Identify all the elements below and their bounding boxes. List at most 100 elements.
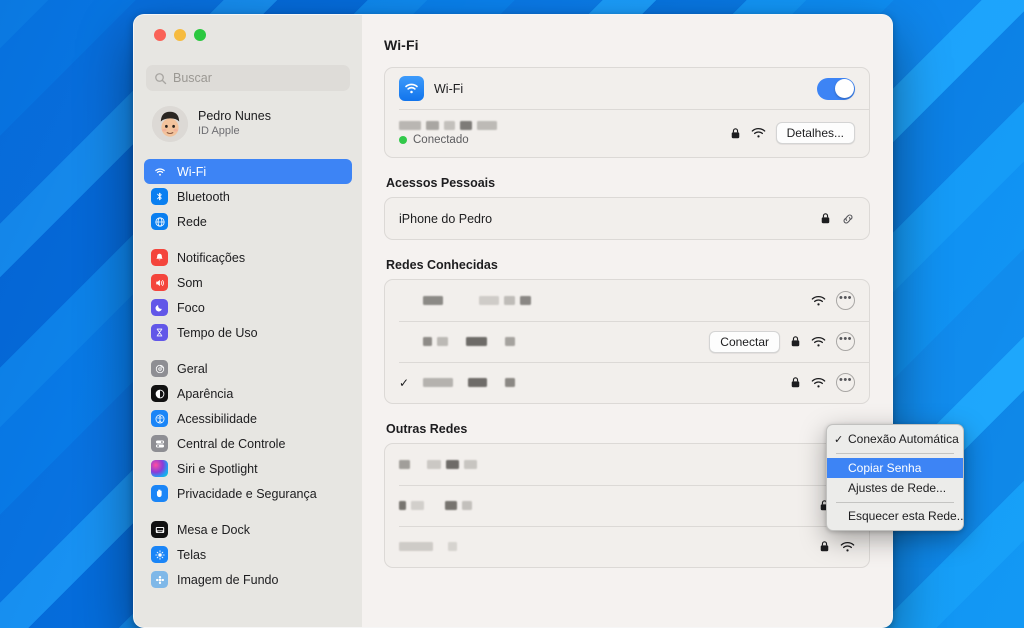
- sidebar-item-rede[interactable]: Rede: [144, 209, 352, 234]
- lock-icon: [730, 127, 741, 140]
- sidebar-item-tempo-de-uso[interactable]: Tempo de Uso: [144, 320, 352, 345]
- sidebar-item-privacidade-e-seguranca[interactable]: Privacidade e Segurança: [144, 481, 352, 506]
- menu-item-ajustes-de-rede[interactable]: Ajustes de Rede...: [827, 478, 963, 498]
- search-icon: [154, 72, 167, 85]
- wifi-signal-icon: [840, 541, 855, 553]
- lock-icon: [790, 376, 801, 389]
- details-button[interactable]: Detalhes...: [775, 122, 855, 144]
- sidebar-group-alerts: Notificações Som Foco Tempo de Uso: [144, 245, 352, 345]
- account-name: Pedro Nunes: [198, 109, 271, 124]
- toggle-knob: [834, 79, 854, 98]
- status-text: Conectado: [413, 134, 469, 146]
- network-name-redacted: [399, 500, 472, 511]
- wallpaper-icon: [151, 571, 168, 588]
- content-pane: Wi-Fi Wi-Fi Conectado Detalhes... Acesso…: [362, 15, 892, 627]
- sidebar-item-label: Imagem de Fundo: [177, 572, 279, 587]
- sidebar-item-acessibilidade[interactable]: Acessibilidade: [144, 406, 352, 431]
- account-row[interactable]: Pedro Nunes ID Apple: [146, 101, 350, 147]
- known-network-row[interactable]: Conectar •••: [385, 321, 869, 362]
- menu-item-label: Esquecer esta Rede...: [848, 509, 964, 523]
- known-network-row-active[interactable]: ✓ •••: [385, 362, 869, 403]
- hand-icon: [151, 485, 168, 502]
- search-input[interactable]: [173, 71, 342, 85]
- lock-icon: [820, 212, 831, 225]
- menu-item-conexao-automatica[interactable]: ✓ Conexão Automática: [827, 429, 963, 449]
- sidebar-item-label: Rede: [177, 214, 207, 229]
- connection-status: Conectado: [399, 134, 497, 146]
- menu-item-copiar-senha[interactable]: Copiar Senha: [827, 457, 963, 478]
- hotspot-name: iPhone do Pedro: [399, 211, 493, 226]
- wifi-toggle-row: Wi-Fi: [385, 68, 869, 109]
- network-name-redacted: [399, 459, 477, 470]
- wifi-signal-icon: [811, 336, 826, 348]
- sidebar-item-central-de-controle[interactable]: Central de Controle: [144, 431, 352, 456]
- window-traffic-lights: [144, 15, 352, 53]
- hotspot-row[interactable]: iPhone do Pedro: [385, 198, 869, 239]
- other-network-row[interactable]: [385, 526, 869, 567]
- connected-network-row[interactable]: Conectado Detalhes...: [385, 109, 869, 157]
- wifi-signal-icon: [811, 377, 826, 389]
- wifi-icon: [399, 76, 424, 101]
- known-network-row[interactable]: •••: [385, 280, 869, 321]
- network-name-redacted: [423, 336, 515, 347]
- more-options-button[interactable]: •••: [836, 291, 855, 310]
- zoom-button[interactable]: [194, 29, 206, 41]
- siri-icon: [151, 460, 168, 477]
- connect-button[interactable]: Conectar: [709, 330, 780, 353]
- sidebar-item-aparencia[interactable]: Aparência: [144, 381, 352, 406]
- sidebar-item-geral[interactable]: Geral: [144, 356, 352, 381]
- sidebar-item-label: Som: [177, 275, 203, 290]
- sidebar-item-notificacoes[interactable]: Notificações: [144, 245, 352, 270]
- sidebar-item-label: Geral: [177, 361, 208, 376]
- bell-icon: [151, 249, 168, 266]
- lock-icon: [790, 335, 801, 348]
- wifi-signal-icon: [751, 127, 766, 139]
- sidebar-item-imagem-de-fundo[interactable]: Imagem de Fundo: [144, 567, 352, 592]
- other-network-row[interactable]: [385, 444, 869, 485]
- search-field[interactable]: [146, 65, 350, 91]
- sidebar-item-label: Aparência: [177, 386, 234, 401]
- checkmark-icon: ✓: [399, 375, 410, 390]
- section-heading-redes-conhecidas: Redes Conhecidas: [386, 258, 498, 272]
- more-options-button-active[interactable]: •••: [836, 373, 855, 392]
- known-networks-card: ••• Conectar ••• ✓ •••: [384, 279, 870, 404]
- sidebar-item-label: Tempo de Uso: [177, 325, 258, 340]
- avatar: [152, 106, 188, 142]
- menu-item-label: Copiar Senha: [848, 460, 922, 475]
- page-title: Wi-Fi: [384, 37, 419, 53]
- checkmark-icon: ✓: [834, 433, 844, 446]
- section-heading-outras-redes: Outras Redes: [386, 422, 468, 436]
- appearance-icon: [151, 385, 168, 402]
- close-button[interactable]: [154, 29, 166, 41]
- more-options-button[interactable]: •••: [836, 332, 855, 351]
- sidebar-item-som[interactable]: Som: [144, 270, 352, 295]
- sidebar-item-siri-e-spotlight[interactable]: Siri e Spotlight: [144, 456, 352, 481]
- network-name-redacted: [423, 377, 515, 388]
- wifi-icon: [151, 163, 168, 180]
- wifi-toggle-switch[interactable]: [817, 77, 855, 100]
- network-name-redacted: [399, 120, 497, 131]
- sidebar-item-label: Siri e Spotlight: [177, 461, 258, 476]
- menu-item-esquecer-esta-rede[interactable]: Esquecer esta Rede...: [827, 506, 963, 526]
- sidebar-item-label: Wi-Fi: [177, 164, 207, 179]
- section-heading-acessos-pessoais: Acessos Pessoais: [386, 176, 496, 190]
- sidebar-item-label: Bluetooth: [177, 189, 230, 204]
- accessibility-icon: [151, 410, 168, 427]
- desktop-dock-icon: [151, 521, 168, 538]
- sidebar-item-label: Notificações: [177, 250, 246, 265]
- gear-icon: [151, 360, 168, 377]
- account-subtitle: ID Apple: [198, 124, 240, 137]
- speaker-icon: [151, 274, 168, 291]
- sidebar-item-mesa-e-dock[interactable]: Mesa e Dock: [144, 517, 352, 542]
- network-context-menu: ✓ Conexão Automática Copiar Senha Ajuste…: [826, 424, 964, 531]
- sidebar-item-wifi[interactable]: Wi-Fi: [144, 159, 352, 184]
- sidebar: Pedro Nunes ID Apple Wi-Fi: [134, 15, 362, 627]
- minimize-button[interactable]: [174, 29, 186, 41]
- other-network-row[interactable]: [385, 485, 869, 526]
- sidebar-item-bluetooth[interactable]: Bluetooth: [144, 184, 352, 209]
- sidebar-item-foco[interactable]: Foco: [144, 295, 352, 320]
- menu-separator: [836, 501, 954, 502]
- moon-icon: [151, 299, 168, 316]
- sidebar-item-telas[interactable]: Telas: [144, 542, 352, 567]
- menu-item-label: Ajustes de Rede...: [848, 480, 947, 495]
